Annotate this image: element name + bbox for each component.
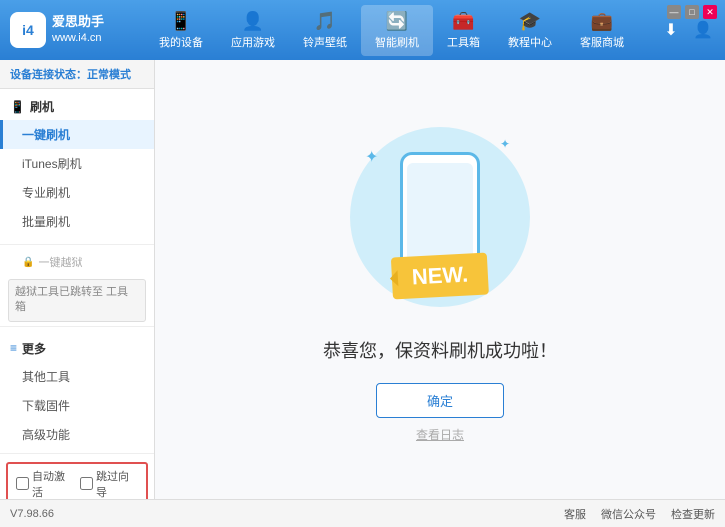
sidebar-item-other-tools[interactable]: 其他工具: [0, 362, 154, 391]
footer-left: V7.98.66: [10, 508, 54, 520]
sidebar-item-advanced[interactable]: 高级功能: [0, 420, 154, 449]
header: i4 爱思助手 www.i4.cn 📱 我的设备 👤 应用游戏 🎵 铃声壁纸 🔄…: [0, 0, 725, 60]
main-layout: 设备连接状态：正常模式 📱 刷机 一键刷机 iTunes刷机 专业刷机 批量刷机…: [0, 60, 725, 499]
footer-link-service[interactable]: 客服: [564, 506, 586, 522]
apps-icon: 👤: [242, 11, 264, 32]
nav-tabs: 📱 我的设备 👤 应用游戏 🎵 铃声壁纸 🔄 智能刷机 🧰 工具箱 🎓 教程中心…: [124, 5, 659, 56]
close-button[interactable]: ✕: [703, 5, 717, 19]
version-label: V7.98.66: [10, 508, 54, 520]
sidebar-group-flash: 📱 刷机 一键刷机 iTunes刷机 专业刷机 批量刷机: [0, 89, 154, 240]
star-left-icon: ✦: [365, 147, 378, 167]
sidebar-item-itunes[interactable]: iTunes刷机: [0, 149, 154, 178]
more-group-icon: ≡: [10, 341, 17, 355]
smart-flash-icon: 🔄: [386, 11, 408, 32]
header-actions: ⬇ 👤: [659, 18, 715, 42]
sidebar-item-jailbreak: 🔒 一键越狱: [0, 249, 154, 275]
sidebar-item-pro[interactable]: 专业刷机: [0, 178, 154, 207]
confirm-button[interactable]: 确定: [376, 383, 504, 418]
sidebar-group-more: ≡ 更多 其他工具 下载固件 高级功能: [0, 331, 154, 453]
user-button[interactable]: 👤: [691, 18, 715, 42]
footer-right: 客服 微信公众号 检查更新: [564, 506, 715, 522]
star-right-icon: ✦: [500, 137, 510, 151]
sidebar-jailbreak-notice: 越狱工具已跳转至 工具箱: [8, 279, 146, 322]
download-button[interactable]: ⬇: [659, 18, 683, 42]
sidebar-item-download-firmware[interactable]: 下载固件: [0, 391, 154, 420]
logo-icon: i4: [10, 12, 46, 48]
main-content: ✦ ✦ NEW. 恭喜您，保资料刷机成功啦！ 确定 查看日志: [155, 60, 725, 499]
maximize-button[interactable]: □: [685, 5, 699, 19]
tab-tutorials[interactable]: 🎓 教程中心: [494, 5, 566, 56]
tab-apps-games[interactable]: 👤 应用游戏: [217, 5, 289, 56]
phone-group-icon: 📱: [10, 100, 25, 114]
view-log-link[interactable]: 查看日志: [416, 426, 464, 443]
my-device-icon: 📱: [170, 11, 192, 32]
footer: V7.98.66 客服 微信公众号 检查更新: [0, 499, 725, 527]
tab-ringtone[interactable]: 🎵 铃声壁纸: [289, 5, 361, 56]
phone-screen: [407, 163, 473, 263]
auto-activate-row: 自动激活 跳过向导: [6, 462, 148, 499]
logo-text: 爱思助手 www.i4.cn: [52, 13, 104, 47]
sidebar-group-header-more: ≡ 更多: [0, 335, 154, 362]
footer-link-update[interactable]: 检查更新: [671, 506, 715, 522]
auto-activate-checkbox[interactable]: [16, 477, 29, 490]
success-message: 恭喜您，保资料刷机成功啦！: [323, 337, 557, 363]
sidebar: 设备连接状态：正常模式 📱 刷机 一键刷机 iTunes刷机 专业刷机 批量刷机…: [0, 60, 155, 499]
sidebar-divider-2: [0, 326, 154, 327]
auto-activate-checkbox-label[interactable]: 自动激活: [16, 468, 74, 499]
sidebar-bottom: 自动激活 跳过向导 📱 iPhone 15 Pro Max 512GB iPho…: [0, 453, 154, 499]
footer-link-wechat[interactable]: 微信公众号: [601, 506, 656, 522]
new-banner-text: NEW.: [391, 252, 489, 299]
tab-smart-flash[interactable]: 🔄 智能刷机: [361, 5, 433, 56]
phone-illustration: ✦ ✦ NEW.: [340, 117, 540, 317]
tab-service[interactable]: 💼 客服商城: [566, 5, 638, 56]
sidebar-item-onekey[interactable]: 一键刷机: [0, 120, 154, 149]
lock-icon: 🔒: [22, 257, 34, 268]
service-icon: 💼: [591, 11, 613, 32]
sidebar-group-header-flash: 📱 刷机: [0, 93, 154, 120]
tab-my-device[interactable]: 📱 我的设备: [145, 5, 217, 56]
new-badge: NEW.: [392, 255, 488, 297]
sidebar-status: 设备连接状态：正常模式: [0, 60, 154, 89]
tab-tools[interactable]: 🧰 工具箱: [433, 5, 494, 56]
tutorials-icon: 🎓: [519, 11, 541, 32]
fast-guide-checkbox-label[interactable]: 跳过向导: [80, 468, 138, 499]
tools-icon: 🧰: [452, 11, 474, 32]
logo: i4 爱思助手 www.i4.cn: [10, 12, 104, 48]
sidebar-divider-1: [0, 244, 154, 245]
ringtone-icon: 🎵: [314, 11, 336, 32]
fast-guide-checkbox[interactable]: [80, 477, 93, 490]
sidebar-item-batch[interactable]: 批量刷机: [0, 207, 154, 236]
minimize-button[interactable]: —: [667, 5, 681, 19]
